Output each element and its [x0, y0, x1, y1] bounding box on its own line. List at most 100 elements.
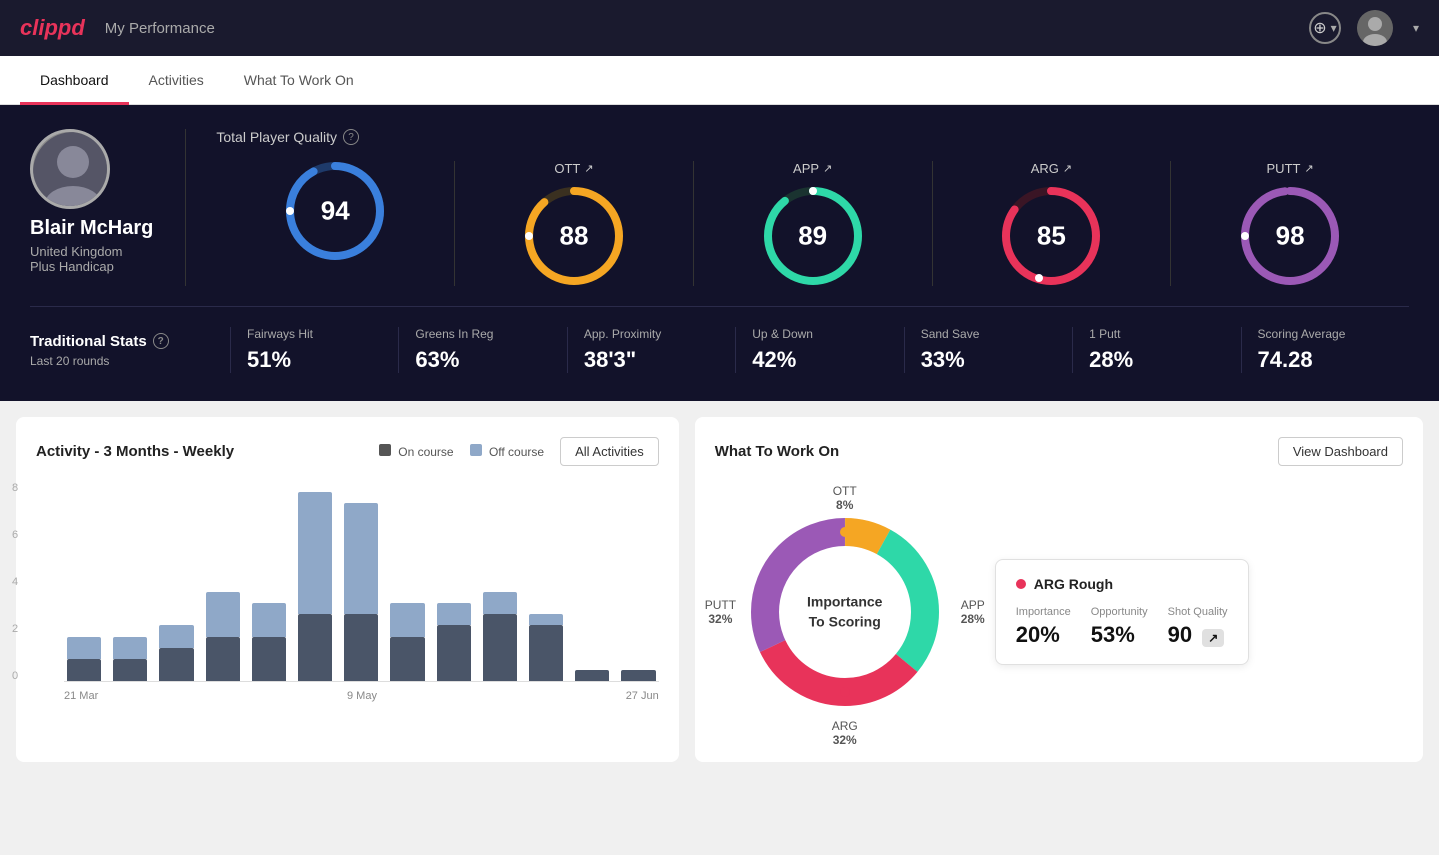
view-dashboard-button[interactable]: View Dashboard — [1278, 437, 1403, 466]
bar-group-1 — [110, 481, 150, 681]
logo: clippd — [20, 15, 85, 41]
stat-scoring: Scoring Average 74.28 — [1241, 327, 1409, 373]
fairways-label: Fairways Hit — [247, 327, 313, 341]
tab-what-to-work-on[interactable]: What To Work On — [224, 56, 374, 105]
stat-fairways: Fairways Hit 51% — [230, 327, 398, 373]
chart-y-labels: 8 6 4 2 0 — [12, 482, 18, 682]
donut-chart-wrapper: ImportanceTo Scoring OTT8% APP28% ARG32%… — [715, 482, 975, 742]
on-course-bar — [483, 614, 517, 681]
bar-group-8 — [434, 481, 474, 681]
opportunity-metric: Opportunity 53% — [1091, 606, 1148, 648]
oneputt-value: 28% — [1089, 347, 1133, 373]
on-course-bar — [113, 659, 147, 681]
header-left: clippd My Performance — [20, 15, 215, 41]
arg-gauge: ARG ↗ 85 — [933, 161, 1172, 286]
putt-arrow-icon: ↗ — [1304, 162, 1313, 175]
ott-arrow-icon: ↗ — [584, 162, 593, 175]
off-course-bar — [67, 637, 101, 659]
bottom-panels: Activity - 3 Months - Weekly On course O… — [0, 401, 1439, 778]
bar-group-9 — [480, 481, 520, 681]
off-course-bar — [344, 503, 378, 614]
tab-activities[interactable]: Activities — [129, 56, 224, 105]
tab-dashboard[interactable]: Dashboard — [20, 56, 129, 105]
app-gauge: APP ↗ 89 — [694, 161, 933, 286]
stats-row: Traditional Stats ? Last 20 rounds Fairw… — [30, 306, 1409, 373]
putt-gauge-circle: 98 — [1240, 186, 1340, 286]
bar-group-3 — [203, 481, 243, 681]
stat-proximity: App. Proximity 38'3" — [567, 327, 735, 373]
off-course-bar — [159, 625, 193, 647]
importance-metric: Importance 20% — [1016, 606, 1071, 648]
app-label: APP ↗ — [793, 161, 832, 176]
opportunity-label: Opportunity — [1091, 606, 1148, 618]
ott-score: 88 — [559, 221, 588, 252]
arg-score: 85 — [1037, 221, 1066, 252]
activity-panel-header: Activity - 3 Months - Weekly On course O… — [36, 437, 659, 466]
header-right: ⊕ ▾ ▾ — [1309, 10, 1419, 46]
scoring-value: 74.28 — [1258, 347, 1313, 373]
off-course-bar — [206, 592, 240, 636]
total-gauge-circle: 94 — [285, 161, 385, 261]
on-course-bar — [159, 648, 193, 681]
on-course-dot — [379, 444, 391, 456]
greens-label: Greens In Reg — [415, 327, 493, 341]
add-button[interactable]: ⊕ ▾ — [1309, 12, 1341, 44]
stats-subtitle: Last 20 rounds — [30, 354, 230, 368]
bar-group-10 — [526, 481, 566, 681]
putt-donut-label: PUTT32% — [705, 598, 736, 626]
app-score: 89 — [798, 221, 827, 252]
scoring-label: Scoring Average — [1258, 327, 1346, 341]
greens-value: 63% — [415, 347, 459, 373]
header: clippd My Performance ⊕ ▾ ▾ — [0, 0, 1439, 56]
all-activities-button[interactable]: All Activities — [560, 437, 659, 466]
opportunity-value: 53% — [1091, 622, 1148, 648]
fairways-value: 51% — [247, 347, 291, 373]
player-info-block: Blair McHarg United Kingdom Plus Handica… — [30, 129, 153, 274]
detail-card: ARG Rough Importance 20% Opportunity 53%… — [995, 559, 1249, 665]
chart-body: 8 6 4 2 0 21 Mar 9 May 27 Jun — [36, 482, 659, 702]
on-course-bar — [575, 670, 609, 681]
player-info: Blair McHarg United Kingdom Plus Handica… — [30, 217, 153, 274]
shot-quality-label: Shot Quality — [1168, 606, 1228, 618]
wtwo-panel-header: What To Work On View Dashboard — [715, 437, 1403, 466]
stat-updown: Up & Down 42% — [735, 327, 903, 373]
off-course-bar — [483, 592, 517, 614]
info-icon: ? — [343, 129, 359, 145]
off-course-legend: Off course — [470, 444, 544, 459]
user-avatar-button[interactable] — [1357, 10, 1393, 46]
header-title: My Performance — [105, 20, 215, 37]
oneputt-label: 1 Putt — [1089, 327, 1120, 341]
player-avatar — [30, 129, 110, 209]
sandsave-value: 33% — [921, 347, 965, 373]
arg-arrow-icon: ↗ — [1063, 162, 1072, 175]
stats-info-icon: ? — [153, 333, 169, 349]
quality-section: Total Player Quality ? 94 — [185, 129, 1409, 286]
importance-value: 20% — [1016, 622, 1071, 648]
shot-quality-metric: Shot Quality 90 ↗ — [1168, 606, 1228, 648]
bar-group-4 — [249, 481, 289, 681]
stats-label-section: Traditional Stats ? Last 20 rounds — [30, 333, 230, 368]
on-course-bar — [390, 637, 424, 681]
plus-icon: ⊕ — [1313, 18, 1326, 38]
on-course-bar — [67, 659, 101, 681]
bar-group-7 — [387, 481, 427, 681]
ott-donut-label: OTT8% — [833, 484, 857, 512]
player-section: Blair McHarg United Kingdom Plus Handica… — [30, 129, 1409, 286]
shot-quality-value: 90 ↗ — [1168, 622, 1228, 648]
bar-group-2 — [156, 481, 196, 681]
player-country: United Kingdom — [30, 244, 153, 259]
proximity-label: App. Proximity — [584, 327, 661, 341]
off-course-bar — [437, 603, 471, 625]
activity-panel-title: Activity - 3 Months - Weekly — [36, 443, 234, 460]
stat-oneputt: 1 Putt 28% — [1072, 327, 1240, 373]
importance-label: Importance — [1016, 606, 1071, 618]
wtwo-panel-title: What To Work On — [715, 443, 839, 460]
app-donut-label: APP28% — [961, 598, 985, 626]
detail-card-title: ARG Rough — [1016, 576, 1228, 592]
shot-quality-badge: ↗ — [1202, 629, 1224, 647]
updown-label: Up & Down — [752, 327, 813, 341]
bar-group-6 — [341, 481, 381, 681]
app-gauge-circle: 89 — [763, 186, 863, 286]
ott-gauge-circle: 88 — [524, 186, 624, 286]
performance-panel: Blair McHarg United Kingdom Plus Handica… — [0, 105, 1439, 401]
